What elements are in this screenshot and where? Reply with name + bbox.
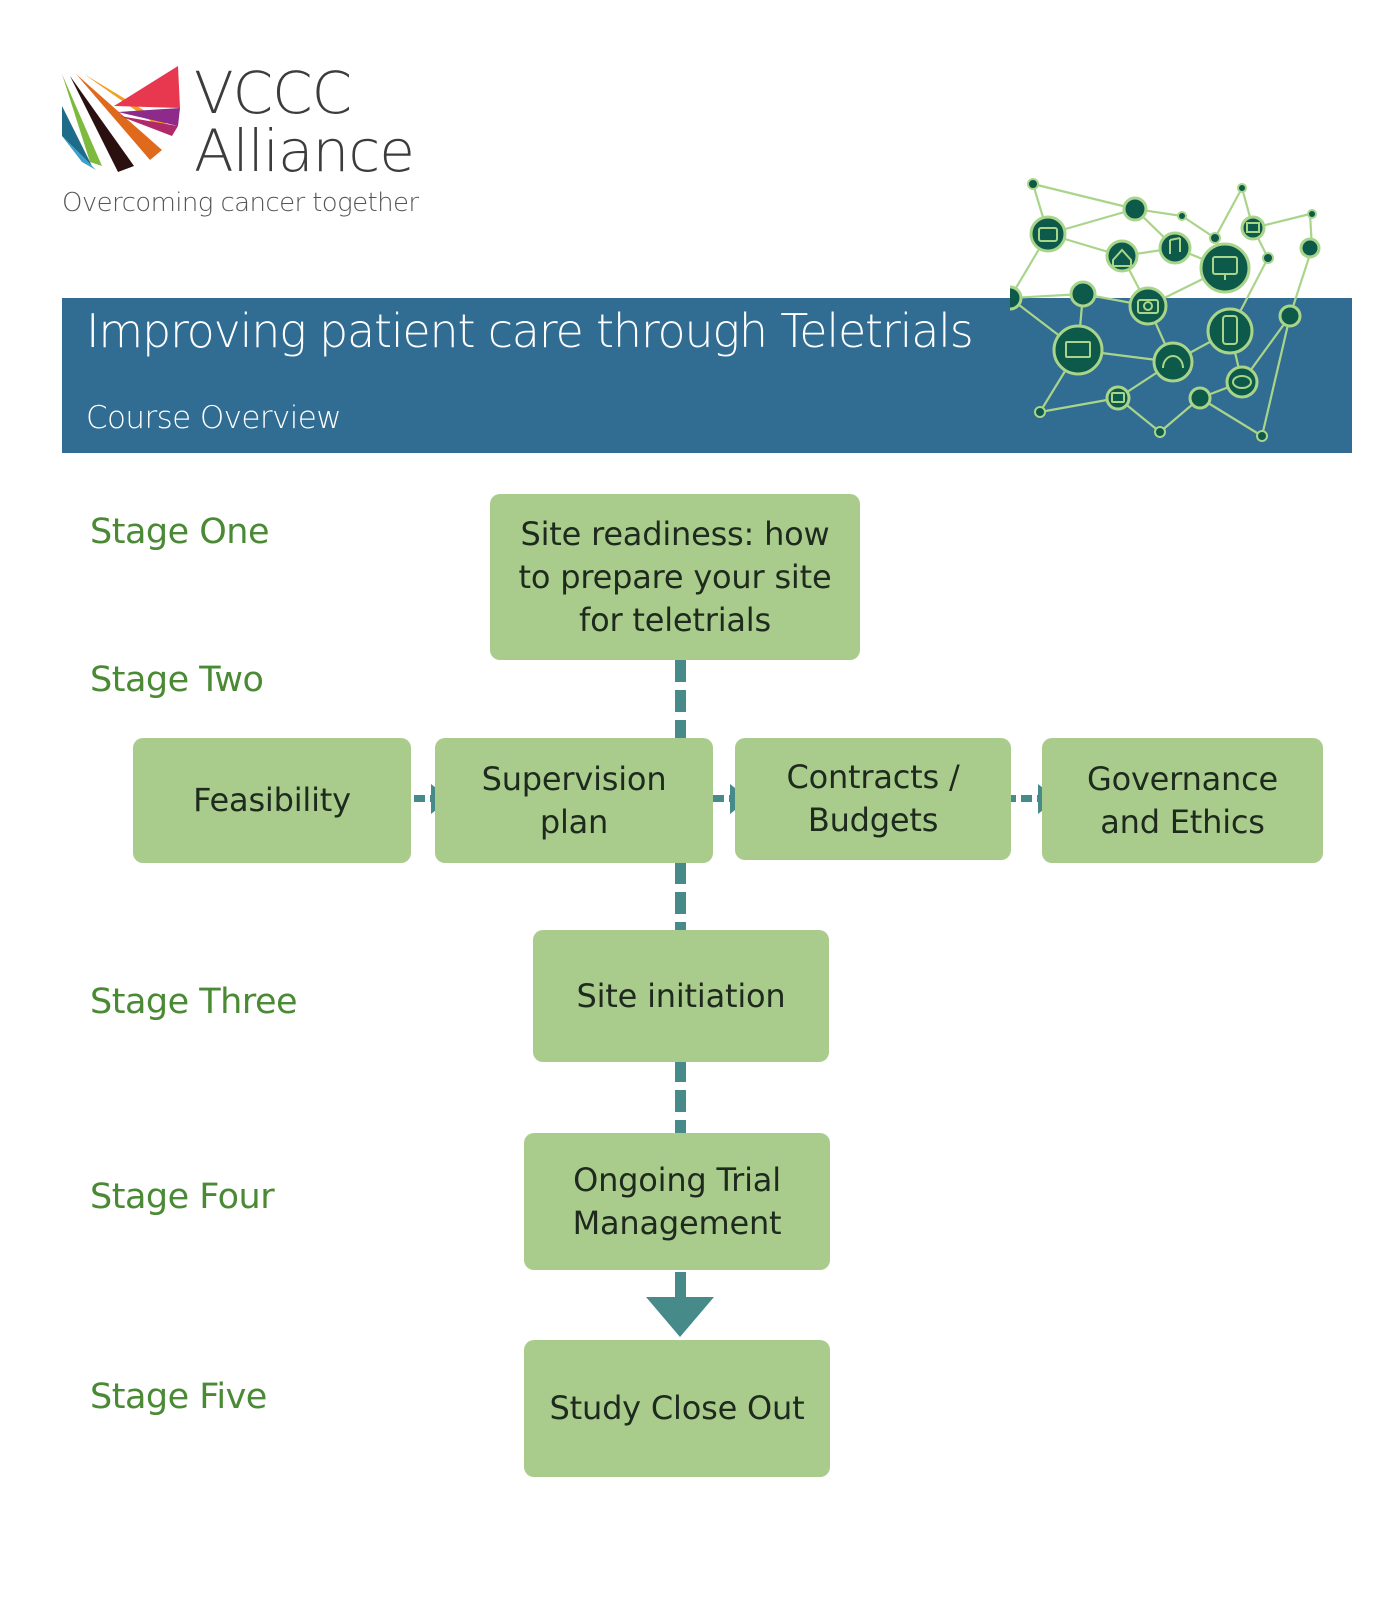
node-feasibility-label: Feasibility — [193, 781, 351, 819]
star-icon — [1010, 285, 1023, 311]
network-illustration — [1010, 178, 1321, 442]
stage-label-two: Stage Two — [90, 660, 264, 700]
node-site-readiness: Site readiness: how to prepare your site… — [490, 494, 860, 660]
node-governance-ethics-label: Governance and Ethics — [1086, 759, 1279, 841]
node-site-initiation: Site initiation — [533, 930, 829, 1062]
photo-icon — [1278, 304, 1302, 328]
briefcase-icon — [1029, 215, 1067, 253]
node-governance-ethics: Governance and Ethics — [1042, 738, 1323, 863]
node-contracts-budgets: Contracts / Budgets — [735, 738, 1011, 860]
stage-label-three: Stage Three — [90, 982, 298, 1022]
connector-initiation-to-ongoing — [675, 1060, 686, 1133]
laptop-settings-icon — [1052, 324, 1104, 376]
music-icon — [1158, 231, 1192, 265]
vccc-logo-mark-icon — [62, 66, 180, 172]
node-supervision-plan-label: Supervision plan — [481, 759, 667, 841]
connector-readiness-to-supervision — [675, 660, 686, 740]
settings-icon — [1188, 386, 1212, 410]
gear-icon — [1299, 237, 1321, 259]
page-subtitle: Course Overview — [86, 400, 342, 436]
logo-text-alliance: Alliance — [194, 117, 415, 185]
headphones-icon — [1152, 341, 1194, 383]
node-ongoing-trial-management: Ongoing Trial Management — [524, 1133, 830, 1270]
logo-tagline: Overcoming cancer together — [62, 188, 419, 218]
node-study-close-out: Study Close Out — [524, 1340, 830, 1477]
node-study-close-out-label: Study Close Out — [549, 1389, 805, 1427]
email-icon — [1240, 215, 1266, 241]
node-ongoing-trial-management-label: Ongoing Trial Management — [572, 1160, 782, 1242]
connector-supervision-to-initiation — [675, 862, 686, 930]
thumbs-up-icon — [1122, 196, 1148, 222]
stage-label-one: Stage One — [90, 512, 270, 552]
arrow-stem-ongoing-to-closeout — [675, 1272, 686, 1298]
chat-icon — [1225, 365, 1259, 399]
stage-label-four: Stage Four — [90, 1177, 275, 1217]
video-play-icon — [1105, 385, 1131, 411]
camera-icon — [1128, 286, 1168, 326]
logo-text-vccc: VCCC — [194, 59, 352, 127]
monitor-icon — [1199, 242, 1251, 294]
node-site-initiation-label: Site initiation — [576, 976, 786, 1015]
node-feasibility: Feasibility — [133, 738, 411, 863]
node-site-readiness-label: Site readiness: how to prepare your site… — [518, 514, 832, 639]
node-supervision-plan: Supervision plan — [435, 738, 713, 863]
download-icon — [1069, 280, 1097, 308]
page-title: Improving patient care through Teletrial… — [86, 304, 974, 358]
node-contracts-budgets-label: Contracts / Budgets — [786, 758, 960, 839]
arrow-down-icon — [646, 1297, 714, 1337]
stage-label-five: Stage Five — [90, 1377, 267, 1417]
